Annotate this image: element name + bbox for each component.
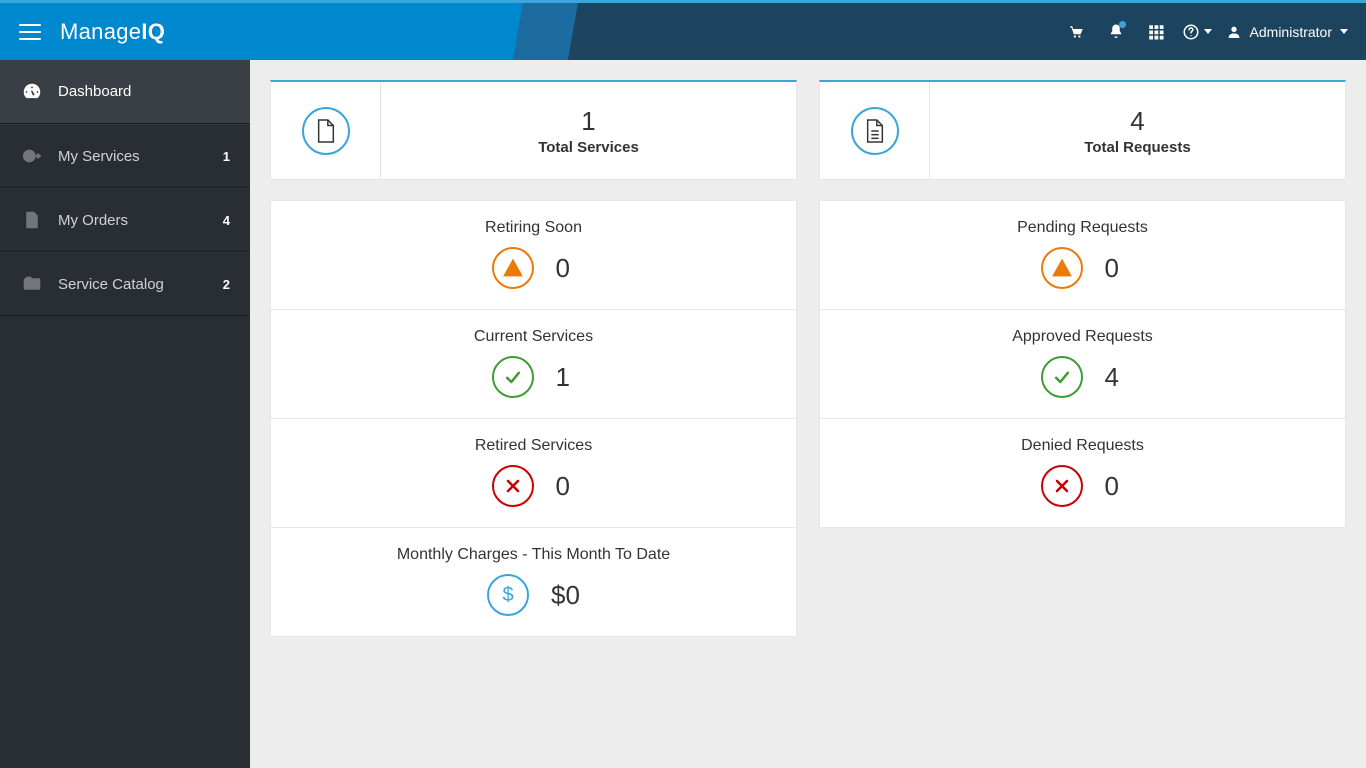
sidebar-item-my-orders[interactable]: My Orders 4 — [0, 188, 250, 252]
help-menu[interactable] — [1176, 23, 1218, 41]
logo-text-2: IQ — [141, 19, 165, 45]
main-content: 1 Total Services Retiring Soon 0 — [250, 60, 1366, 768]
stat-title: Current Services — [474, 328, 593, 346]
user-icon — [1226, 24, 1242, 40]
stat-value: $0 — [551, 580, 580, 611]
header-right: Administrator — [1056, 3, 1366, 60]
orders-icon — [20, 208, 44, 232]
header: ManageIQ Administrator — [0, 3, 1366, 60]
summary-icon-cell — [820, 82, 930, 179]
stat-current-services[interactable]: Current Services 1 — [271, 310, 796, 419]
stat-value: 4 — [1105, 362, 1125, 393]
stat-retiring-soon[interactable]: Retiring Soon 0 — [271, 201, 796, 310]
apps-grid-icon — [1147, 23, 1165, 41]
summary-label: Total Services — [538, 139, 639, 156]
stat-pending-requests[interactable]: Pending Requests 0 — [820, 201, 1345, 310]
summary-icon-cell — [271, 82, 381, 179]
x-icon — [1041, 465, 1083, 507]
stat-title: Denied Requests — [1021, 437, 1144, 455]
cart-button[interactable] — [1056, 3, 1096, 60]
menu-toggle-button[interactable] — [0, 3, 60, 60]
requests-stats: Pending Requests 0 Approved Requests — [819, 200, 1346, 528]
dollar-icon: $ — [487, 574, 529, 616]
sidebar-item-label: My Services — [58, 148, 140, 165]
summary-value: 1 — [581, 106, 595, 137]
sidebar-item-badge: 1 — [223, 149, 230, 164]
total-services-card[interactable]: 1 Total Services — [270, 80, 797, 180]
catalog-icon — [20, 272, 44, 296]
dashboard-icon — [20, 80, 44, 104]
stat-monthly-charges[interactable]: Monthly Charges - This Month To Date $ $… — [271, 528, 796, 636]
services-stats: Retiring Soon 0 Current Services — [270, 200, 797, 637]
hamburger-icon — [19, 24, 41, 40]
summary-body: 4 Total Requests — [930, 82, 1345, 179]
sidebar-item-my-services[interactable]: My Services 1 — [0, 124, 250, 188]
stat-value: 0 — [556, 471, 576, 502]
logo-text-1: Manage — [60, 19, 141, 45]
stat-denied-requests[interactable]: Denied Requests 0 — [820, 419, 1345, 527]
user-label: Administrator — [1250, 24, 1332, 40]
sidebar-item-service-catalog[interactable]: Service Catalog 2 — [0, 252, 250, 316]
requests-column: 4 Total Requests Pending Requests 0 — [819, 80, 1346, 637]
stat-title: Retiring Soon — [485, 219, 582, 237]
stat-retired-services[interactable]: Retired Services 0 — [271, 419, 796, 528]
stat-value: 0 — [556, 253, 576, 284]
stat-title: Retired Services — [475, 437, 592, 455]
sidebar: Dashboard My Services 1 My Orders 4 Serv… — [0, 60, 250, 768]
document-icon — [302, 107, 350, 155]
help-icon — [1182, 23, 1200, 41]
sidebar-item-label: Dashboard — [58, 83, 131, 100]
stat-value: 1 — [556, 362, 576, 393]
user-menu[interactable]: Administrator — [1218, 24, 1366, 40]
warning-icon — [1041, 247, 1083, 289]
summary-value: 4 — [1130, 106, 1144, 137]
header-left: ManageIQ — [0, 3, 165, 60]
notifications-button[interactable] — [1096, 3, 1136, 60]
summary-body: 1 Total Services — [381, 82, 796, 179]
sidebar-item-label: Service Catalog — [58, 276, 164, 293]
document-lines-icon — [851, 107, 899, 155]
sidebar-item-dashboard[interactable]: Dashboard — [0, 60, 250, 124]
chevron-down-icon — [1340, 29, 1348, 34]
stat-title: Pending Requests — [1017, 219, 1148, 237]
total-requests-card[interactable]: 4 Total Requests — [819, 80, 1346, 180]
services-column: 1 Total Services Retiring Soon 0 — [270, 80, 797, 637]
sidebar-item-badge: 2 — [223, 277, 230, 292]
sidebar-item-label: My Orders — [58, 212, 128, 229]
sidebar-item-badge: 4 — [223, 213, 230, 228]
stat-title: Monthly Charges - This Month To Date — [397, 546, 670, 564]
cart-icon — [1067, 23, 1085, 41]
chevron-down-icon — [1204, 29, 1212, 34]
app-logo[interactable]: ManageIQ — [60, 19, 165, 45]
apps-button[interactable] — [1136, 3, 1176, 60]
warning-icon — [492, 247, 534, 289]
stat-title: Approved Requests — [1012, 328, 1153, 346]
check-icon — [492, 356, 534, 398]
summary-label: Total Requests — [1084, 139, 1190, 156]
notification-dot — [1119, 21, 1126, 28]
services-icon — [20, 144, 44, 168]
check-icon — [1041, 356, 1083, 398]
stat-value: 0 — [1105, 471, 1125, 502]
x-icon — [492, 465, 534, 507]
stat-approved-requests[interactable]: Approved Requests 4 — [820, 310, 1345, 419]
stat-value: 0 — [1105, 253, 1125, 284]
